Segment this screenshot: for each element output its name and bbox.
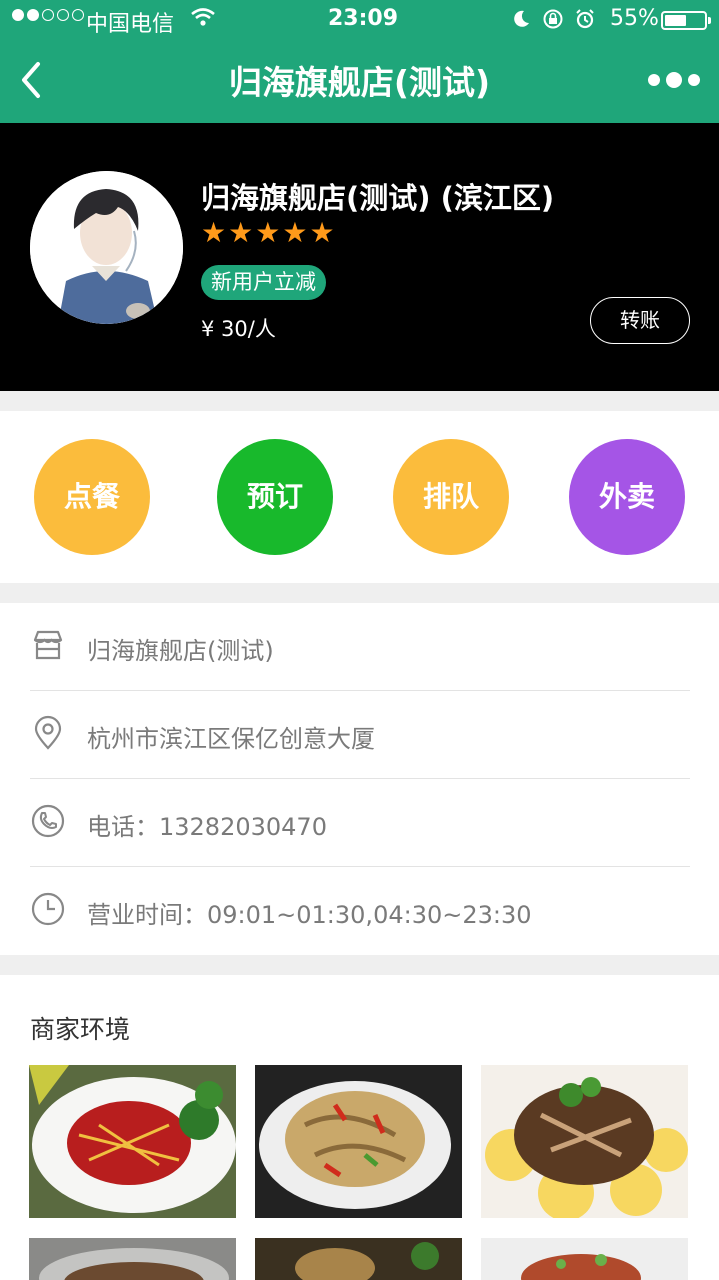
dot-icon — [648, 74, 660, 86]
environment-photo[interactable] — [29, 1238, 236, 1280]
section-title: 商家环境 — [30, 1015, 131, 1044]
rotation-lock-icon — [543, 9, 563, 29]
shop-info-list: 归海旗舰店(测试) 杭州市滨江区保亿创意大厦 电话：13282030470 营业… — [0, 603, 719, 955]
moon-icon — [514, 10, 529, 27]
star-icon: ★ — [228, 216, 254, 249]
store-row[interactable]: 归海旗舰店(测试) — [30, 603, 690, 691]
environment-photo[interactable] — [481, 1238, 688, 1280]
shop-name: 归海旗舰店(测试) (滨江区) — [201, 181, 555, 215]
environment-photo[interactable] — [255, 1238, 462, 1280]
phone-row[interactable]: 电话：13282030470 — [30, 779, 690, 867]
store-name: 归海旗舰店(测试) — [87, 637, 274, 665]
delivery-button[interactable]: 外卖 — [569, 439, 685, 555]
shop-avatar — [30, 171, 183, 324]
star-icon: ★ — [309, 216, 335, 249]
address: 杭州市滨江区保亿创意大厦 — [87, 725, 375, 753]
shop-header: 归海旗舰店(测试) (滨江区) ★ ★ ★ ★ ★ 新用户立减 ¥ 30/人 转账 — [0, 123, 719, 391]
clock-icon — [31, 892, 65, 926]
environment-photo[interactable] — [29, 1065, 236, 1218]
status-bar: 中国电信 23:09 55% — [0, 0, 719, 40]
hours-row: 营业时间：09:01~01:30,04:30~23:30 — [30, 867, 690, 955]
transfer-button[interactable]: 转账 — [590, 297, 690, 344]
action-bar: 点餐 预订 排队 外卖 — [0, 411, 719, 583]
star-icon: ★ — [282, 216, 308, 249]
alarm-icon — [576, 9, 594, 29]
reserve-button[interactable]: 预订 — [217, 439, 333, 555]
promo-badge: 新用户立减 — [201, 265, 326, 300]
environment-photo[interactable] — [481, 1065, 688, 1218]
order-button[interactable]: 点餐 — [34, 439, 150, 555]
environment-photo[interactable] — [255, 1065, 462, 1218]
carrier-label: 中国电信 — [86, 12, 175, 37]
page-title: 归海旗舰店(测试) — [228, 63, 491, 102]
battery-level — [665, 15, 686, 26]
signal-icon — [12, 9, 84, 21]
clock: 23:09 — [328, 6, 399, 31]
dot-icon — [688, 74, 700, 86]
star-icon: ★ — [201, 216, 227, 249]
store-icon — [33, 630, 63, 660]
phone-number: 电话：13282030470 — [87, 813, 327, 841]
wifi-icon — [191, 8, 215, 26]
business-hours: 营业时间：09:01~01:30,04:30~23:30 — [87, 901, 532, 929]
battery-icon — [661, 11, 711, 30]
phone-icon — [31, 804, 65, 838]
star-icon: ★ — [255, 216, 281, 249]
location-pin-icon — [34, 715, 62, 750]
rating-stars: ★ ★ ★ ★ ★ — [201, 219, 335, 247]
more-menu-button[interactable] — [648, 72, 700, 88]
address-row[interactable]: 杭州市滨江区保亿创意大厦 — [30, 691, 690, 779]
top-bar: 中国电信 23:09 55% 归海旗舰店(测试) — [0, 0, 719, 123]
dot-icon — [666, 72, 682, 88]
price-per-person: ¥ 30/人 — [201, 317, 276, 341]
queue-button[interactable]: 排队 — [393, 439, 509, 555]
shop-environment-section: 商家环境 — [0, 975, 719, 1280]
battery-percent: 55% — [610, 6, 659, 31]
